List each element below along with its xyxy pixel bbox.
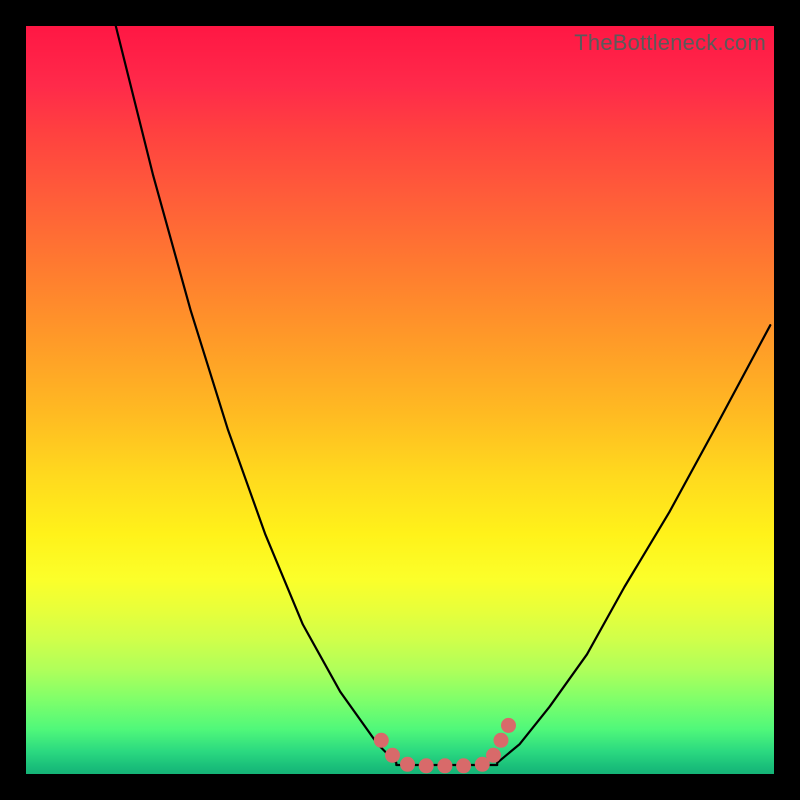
curve-marker [385, 748, 400, 763]
curve-marker [501, 718, 516, 733]
curve-marker [494, 733, 509, 748]
curve-marker [400, 757, 415, 772]
bottleneck-curve [26, 26, 774, 774]
curve-marker [486, 748, 501, 763]
curve-marker [419, 758, 434, 773]
plot-area: TheBottleneck.com [26, 26, 774, 774]
curve-path [116, 26, 771, 765]
curve-marker [456, 758, 471, 773]
curve-marker [374, 733, 389, 748]
curve-marker [437, 758, 452, 773]
chart-frame: TheBottleneck.com [0, 0, 800, 800]
